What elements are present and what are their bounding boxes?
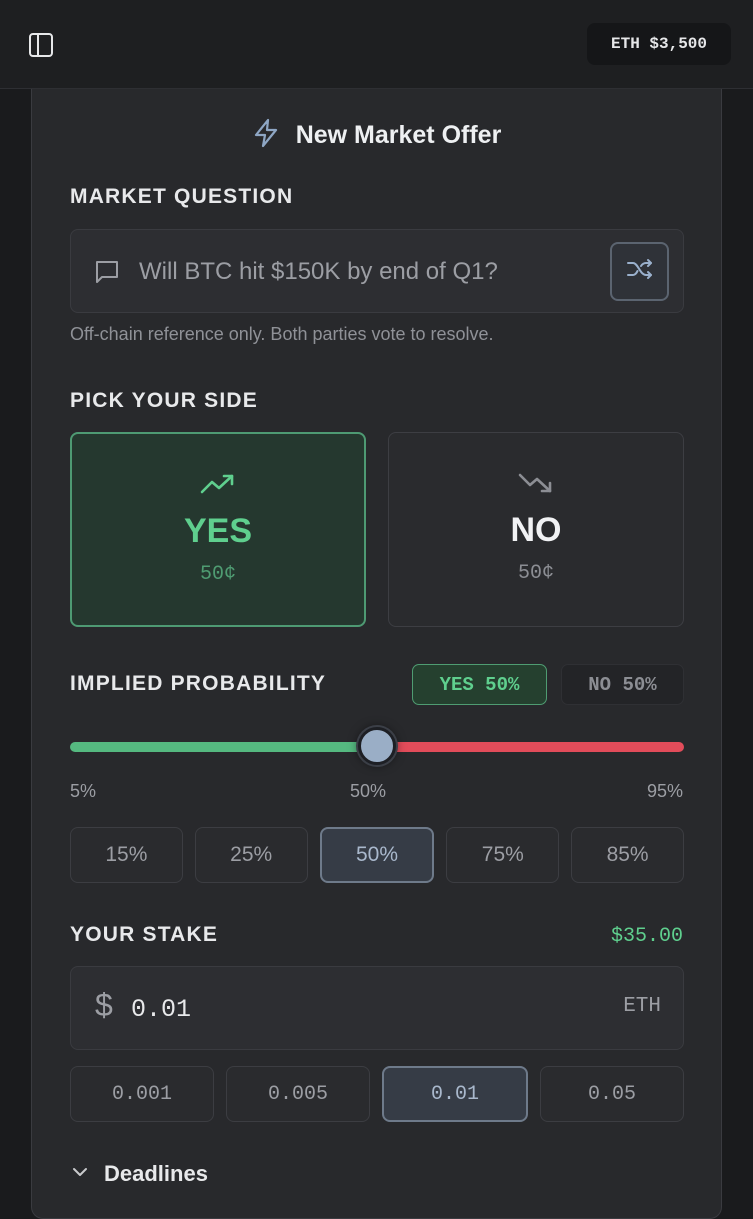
- side-option-price: 50¢: [199, 563, 236, 586]
- slider-track-yes: [70, 742, 371, 752]
- side-option-label: YES: [183, 512, 253, 550]
- deadlines-toggle[interactable]: Deadlines: [70, 1157, 208, 1191]
- chevron-down-icon: [70, 1165, 90, 1184]
- deadlines-label: Deadlines: [104, 1161, 208, 1186]
- dollar-icon: $: [95, 987, 113, 1023]
- lightning-icon: [252, 118, 280, 153]
- probability-preset-button[interactable]: 25%: [194, 827, 308, 883]
- stake-preset-button[interactable]: 0.005: [226, 1066, 370, 1122]
- pick-side-label: PICK YOUR SIDE: [70, 389, 258, 412]
- side-option-yes[interactable]: YES 50¢: [70, 432, 366, 627]
- slider-mid-label: 50%: [350, 781, 387, 801]
- probability-slider[interactable]: [70, 719, 684, 775]
- yes-probability-badge: YES 50%: [412, 664, 547, 705]
- message-icon: [93, 258, 121, 286]
- stake-field: $ ETH: [70, 966, 684, 1050]
- market-question-input[interactable]: [139, 250, 599, 294]
- slider-thumb[interactable]: [358, 727, 396, 765]
- probability-preset-button[interactable]: 75%: [446, 827, 560, 883]
- card-header: New Market Offer: [32, 118, 721, 153]
- shuffle-icon: [626, 257, 654, 286]
- trending-down-icon: [517, 469, 555, 497]
- top-bar: ETH $3,500: [0, 0, 753, 89]
- probability-preset-button[interactable]: 50%: [319, 827, 435, 883]
- market-offer-card: New Market Offer MARKET QUESTION Off-cha…: [31, 89, 722, 1219]
- stake-presets: 0.001 0.005 0.01 0.05: [70, 1066, 684, 1122]
- side-option-no[interactable]: NO 50¢: [388, 432, 684, 627]
- side-option-price: 50¢: [517, 562, 554, 585]
- your-stake-label: YOUR STAKE: [70, 923, 219, 946]
- slider-track-no: [383, 742, 684, 752]
- stake-preset-button[interactable]: 0.01: [382, 1066, 528, 1122]
- probability-preset-button[interactable]: 85%: [571, 827, 684, 883]
- stake-unit: ETH: [623, 995, 661, 1018]
- stake-preset-button[interactable]: 0.05: [540, 1066, 684, 1122]
- sidebar-toggle-icon[interactable]: [28, 32, 54, 58]
- randomize-question-button[interactable]: [610, 242, 669, 301]
- card-title: New Market Offer: [295, 120, 502, 149]
- probability-presets: 15% 25% 50% 75% 85%: [70, 827, 684, 883]
- stake-usd-value: $35.00: [610, 925, 683, 948]
- stake-preset-button[interactable]: 0.001: [70, 1066, 214, 1122]
- slider-max-label: 95%: [646, 781, 683, 801]
- slider-min-label: 5%: [70, 781, 97, 801]
- side-option-label: NO: [510, 511, 562, 549]
- probability-preset-button[interactable]: 15%: [70, 827, 183, 883]
- question-helper-text: Off-chain reference only. Both parties v…: [70, 324, 494, 344]
- no-probability-badge: NO 50%: [561, 664, 684, 705]
- trending-up-icon: [199, 470, 237, 498]
- stake-amount-input[interactable]: [131, 987, 551, 1031]
- market-question-label: MARKET QUESTION: [70, 185, 294, 208]
- implied-probability-label: IMPLIED PROBABILITY: [70, 672, 327, 695]
- market-question-field: [70, 229, 684, 313]
- eth-price-badge: ETH $3,500: [587, 23, 731, 65]
